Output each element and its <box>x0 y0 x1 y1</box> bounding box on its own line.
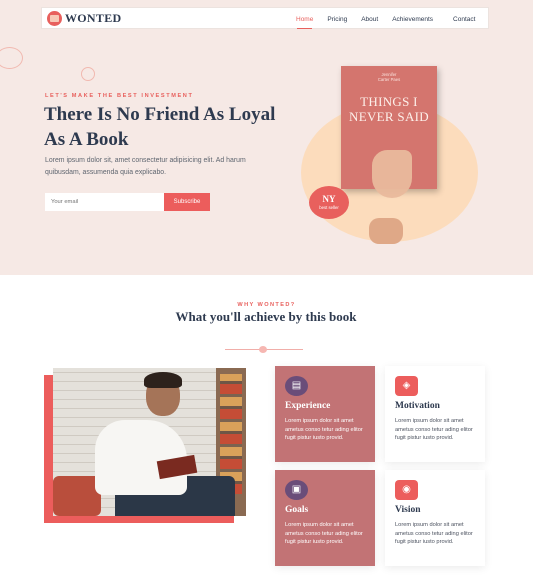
badge-title: NY <box>322 194 336 204</box>
hero-description: Lorem ipsum dolor sit, amet consectetur … <box>45 157 246 176</box>
decorative-ring <box>0 47 23 69</box>
bestseller-badge: NY best seller <box>309 186 349 219</box>
logo[interactable]: WONTED <box>47 10 122 26</box>
section-title: What you'll achieve by this book <box>175 309 357 324</box>
reader-photo <box>53 368 246 516</box>
hero-kicker: LET'S MAKE THE BEST INVESTMENT <box>45 93 194 99</box>
main-nav: Home Pricing About Achievements Contact <box>296 8 489 30</box>
feature-text: Lorem ipsum dolor sit amet ametus conso … <box>395 418 473 442</box>
brand-name: WONTED <box>65 10 122 25</box>
feature-title: Experience <box>285 401 331 411</box>
logo-icon <box>47 10 62 26</box>
divider-dot <box>259 346 267 353</box>
book-title: THINGS I NEVER SAID <box>349 94 429 124</box>
nav-about[interactable]: About <box>361 16 378 23</box>
nav-home[interactable]: Home <box>296 16 313 29</box>
target-icon: ◉ <box>395 480 418 500</box>
landing-page: WONTED Home Pricing About Achievements C… <box>0 0 533 579</box>
book-icon: ▤ <box>285 376 308 396</box>
sofa <box>53 476 101 516</box>
feature-text: Lorem ipsum dolor sit amet ametus conso … <box>285 418 363 442</box>
radio-icon: ▣ <box>285 480 308 500</box>
nav-pricing[interactable]: Pricing <box>327 16 347 23</box>
person-hair <box>144 372 182 388</box>
section-kicker: WHY WONTED? <box>237 302 296 308</box>
feature-text: Lorem ipsum dolor sit amet ametus conso … <box>285 522 363 546</box>
navbar: WONTED Home Pricing About Achievements C… <box>41 7 489 29</box>
feature-text: Lorem ipsum dolor sit amet ametus conso … <box>395 522 473 546</box>
badge-subtitle: best seller <box>319 205 339 210</box>
hand-image <box>372 150 412 198</box>
feature-title: Goals <box>285 505 309 515</box>
nav-achievements[interactable]: Achievements <box>392 16 433 23</box>
subscribe-button[interactable]: Subscribe <box>164 193 210 211</box>
email-input[interactable] <box>45 193 164 211</box>
book-author: Jennifer Carter Paes <box>377 72 401 82</box>
feature-card-goals[interactable]: ▣ Goals Lorem ipsum dolor sit amet ametu… <box>275 470 375 575</box>
feature-title: Vision <box>395 505 421 515</box>
hand-image <box>369 218 403 244</box>
nav-contact[interactable]: Contact <box>453 16 475 23</box>
feature-card-vision[interactable]: ◉ Vision Lorem ipsum dolor sit amet amet… <box>385 470 485 566</box>
feature-card-experience[interactable]: ▤ Experience Lorem ipsum dolor sit amet … <box>275 366 375 471</box>
cube-icon: ◈ <box>395 376 418 396</box>
decorative-ring <box>81 67 95 81</box>
feature-title: Motivation <box>395 401 440 411</box>
hero-title: There Is No Friend As Loyal As A Book <box>44 104 276 150</box>
feature-card-motivation[interactable]: ◈ Motivation Lorem ipsum dolor sit amet … <box>385 366 485 462</box>
hero-section: WONTED Home Pricing About Achievements C… <box>0 0 533 275</box>
